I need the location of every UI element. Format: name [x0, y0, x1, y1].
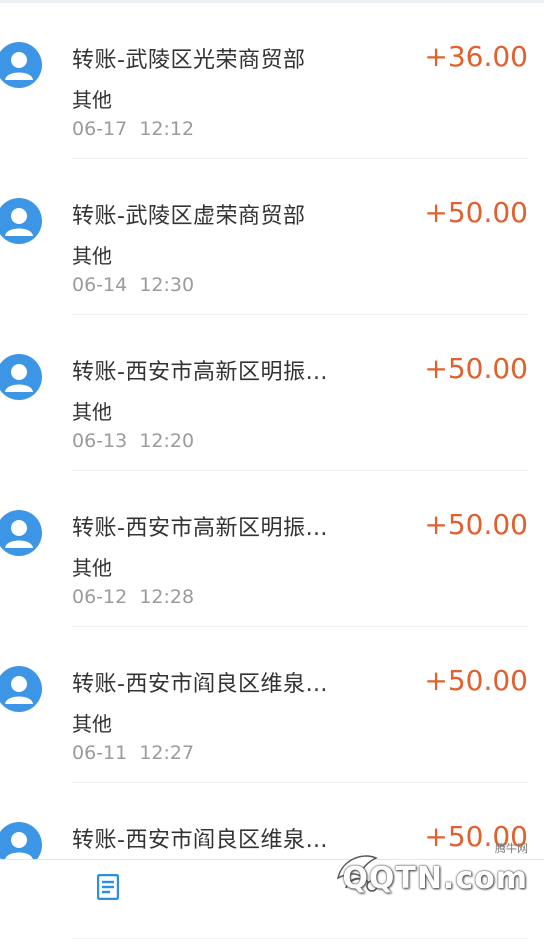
transaction-datetime: 06-12 12:28 [72, 586, 194, 608]
transaction-row[interactable]: 转账-西安市高新区明振… 其他 06-12 12:28 +50.00 [0, 472, 544, 627]
watermark-small-text: 腾牛网 [495, 842, 528, 855]
row-divider [72, 314, 528, 315]
user-avatar-icon [0, 42, 42, 88]
transaction-date: 06-11 [72, 742, 128, 764]
transaction-datetime: 06-17 12:12 [72, 118, 194, 140]
transaction-amount: +36.00 [424, 40, 528, 73]
transaction-datetime: 06-14 12:30 [72, 274, 194, 296]
transaction-row[interactable]: 转账-西安市高新区明振… 其他 06-13 12:20 +50.00 [0, 316, 544, 471]
transaction-date: 06-14 [72, 274, 128, 296]
user-avatar-icon [0, 198, 42, 244]
transaction-category: 其他 [72, 556, 112, 580]
row-divider [72, 626, 528, 627]
transaction-time: 12:30 [139, 274, 195, 296]
user-avatar-icon [0, 354, 42, 400]
transaction-category: 其他 [72, 244, 112, 268]
watermark: 腾牛网 QQTN.com [328, 840, 538, 896]
transaction-row[interactable]: 转账-武陵区光荣商贸部 其他 06-17 12:12 +36.00 [0, 4, 544, 159]
transaction-title: 转账-西安市阎良区维泉… [72, 828, 328, 853]
transaction-title: 转账-武陵区虚荣商贸部 [72, 204, 306, 229]
transaction-datetime: 06-11 12:27 [72, 742, 194, 764]
watermark-brand-text: QQTN.com [342, 861, 528, 896]
transaction-category: 其他 [72, 400, 112, 424]
bill-list-icon[interactable] [97, 874, 119, 900]
transaction-category: 其他 [72, 88, 112, 112]
transaction-time: 12:28 [139, 586, 195, 608]
transaction-category: 其他 [72, 712, 112, 736]
user-avatar-icon [0, 510, 42, 556]
top-divider [0, 0, 544, 3]
transaction-title: 转账-武陵区光荣商贸部 [72, 48, 306, 73]
transaction-title: 转账-西安市高新区明振… [72, 516, 328, 541]
transaction-time: 12:20 [139, 430, 195, 452]
transaction-date: 06-13 [72, 430, 128, 452]
row-divider [72, 158, 528, 159]
transaction-row[interactable]: 转账-西安市阎良区维泉… 其他 06-11 12:27 +50.00 [0, 628, 544, 783]
user-avatar-icon [0, 666, 42, 712]
transaction-datetime [72, 898, 84, 920]
transaction-amount: +50.00 [424, 664, 528, 697]
transaction-row[interactable]: 转账-武陵区虚荣商贸部 其他 06-14 12:30 +50.00 [0, 160, 544, 315]
transaction-time: 12:12 [139, 118, 195, 140]
transaction-title: 转账-西安市高新区明振… [72, 360, 328, 385]
transaction-amount: +50.00 [424, 508, 528, 541]
transaction-date: 06-12 [72, 586, 128, 608]
transaction-amount: +50.00 [424, 196, 528, 229]
row-divider [72, 470, 528, 471]
transaction-date: 06-17 [72, 118, 128, 140]
transaction-time: 12:27 [139, 742, 195, 764]
transaction-amount: +50.00 [424, 352, 528, 385]
row-divider [72, 782, 528, 783]
transaction-title: 转账-西安市阎良区维泉… [72, 672, 328, 697]
transaction-datetime: 06-13 12:20 [72, 430, 194, 452]
